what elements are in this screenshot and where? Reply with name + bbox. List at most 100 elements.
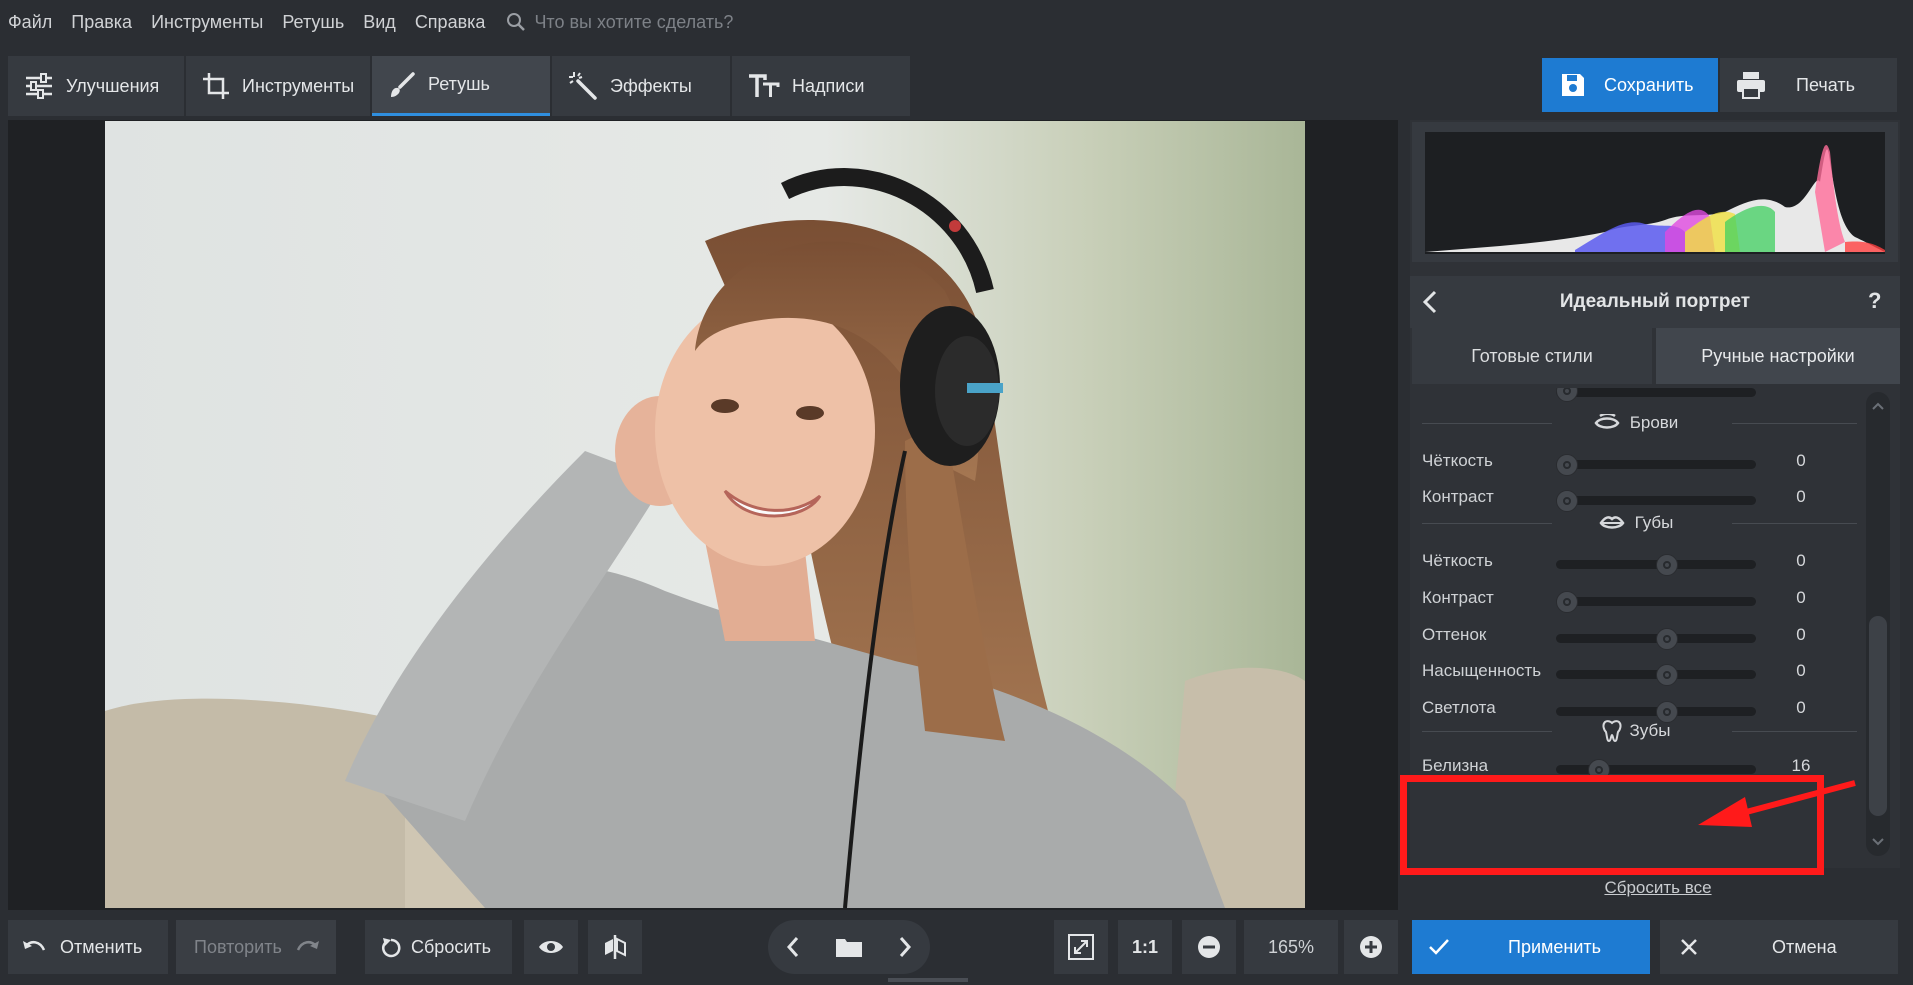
- menu-edit[interactable]: Правка: [71, 12, 132, 33]
- lips-sharpness-value: 0: [1796, 551, 1806, 570]
- lips-lightness-value: 0: [1796, 698, 1806, 717]
- eyebrow-sharpness-label: Чёткость: [1422, 451, 1493, 470]
- menu-retouch[interactable]: Ретушь: [282, 12, 344, 33]
- red-arrow-annotation: [1698, 780, 1856, 827]
- file-navigation: [768, 920, 930, 974]
- teeth-whiteness-track: [1556, 765, 1756, 774]
- search-box[interactable]: Что вы хотите сделать?: [506, 12, 733, 33]
- text-icon: [749, 74, 780, 97]
- section-teeth: Зубы: [1412, 719, 1860, 743]
- zoom-level[interactable]: 165%: [1244, 920, 1338, 974]
- main-tabs: Улучшения Инструменты Ретушь Эффекты Над…: [8, 56, 912, 116]
- menu-tools[interactable]: Инструменты: [151, 12, 263, 33]
- eyebrow-sharpness-track: [1556, 460, 1756, 469]
- reset-all-link[interactable]: Сбросить все: [1580, 878, 1736, 898]
- scroll-down-icon[interactable]: [1872, 838, 1884, 846]
- sliders-icon: [26, 73, 52, 99]
- lips-contrast-label: Контраст: [1422, 588, 1494, 607]
- lips-sharpness-slider[interactable]: [1656, 554, 1678, 576]
- eye-icon: [539, 941, 563, 953]
- tab-effects[interactable]: Эффекты: [552, 56, 730, 116]
- scrollbar-thumb[interactable]: [1869, 616, 1887, 816]
- magic-wand-icon: [569, 72, 597, 100]
- close-icon: [1681, 939, 1697, 955]
- eyebrow-sharpness-value: 0: [1796, 451, 1806, 470]
- crop-icon: [203, 73, 229, 99]
- tab-tools[interactable]: Инструменты: [186, 56, 370, 116]
- folder-icon[interactable]: [835, 936, 863, 958]
- section-eyebrows: Брови: [1412, 411, 1860, 435]
- eyebrow-contrast-label: Контраст: [1422, 487, 1494, 506]
- undo-button[interactable]: Отменить: [8, 920, 168, 974]
- photo-preview[interactable]: [105, 121, 1305, 908]
- tab-retouch[interactable]: Ретушь: [372, 56, 550, 116]
- printer-icon: [1737, 72, 1765, 99]
- fit-screen-button[interactable]: [1054, 920, 1108, 974]
- reset-button[interactable]: Сбросить: [365, 920, 512, 974]
- zoom-out-button[interactable]: [1182, 920, 1236, 974]
- teeth-whiteness-value: 16: [1791, 756, 1811, 775]
- next-icon[interactable]: [898, 936, 912, 958]
- tab-label: Инструменты: [242, 75, 355, 96]
- histogram: [1425, 132, 1885, 254]
- lips-saturation-value: 0: [1796, 661, 1806, 680]
- lips-icon: [1599, 516, 1625, 529]
- menu-view[interactable]: Вид: [363, 12, 396, 33]
- fit-screen-icon: [1068, 934, 1094, 960]
- undo-icon: [23, 941, 46, 951]
- menu-bar: Файл Правка Инструменты Ретушь Вид Справ…: [0, 0, 1913, 44]
- eyebrow-contrast-value: 0: [1796, 487, 1806, 506]
- lips-saturation-label: Насыщенность: [1422, 661, 1542, 680]
- zoom-out-icon: [1198, 936, 1220, 958]
- tab-label: Эффекты: [610, 75, 692, 96]
- slider-knob-partial[interactable]: [1556, 388, 1578, 402]
- compare-button[interactable]: [588, 920, 642, 974]
- reset-icon: [382, 938, 401, 958]
- lips-contrast-slider[interactable]: [1556, 591, 1578, 613]
- subtab-presets[interactable]: Готовые стили: [1412, 328, 1652, 384]
- zoom-in-button[interactable]: [1344, 920, 1398, 974]
- eyebrow-contrast-slider[interactable]: [1556, 490, 1578, 512]
- teeth-whiteness-label: Белизна: [1422, 756, 1489, 775]
- tab-text[interactable]: Надписи: [732, 56, 910, 116]
- apply-button[interactable]: Применить: [1412, 920, 1650, 974]
- menu-help[interactable]: Справка: [415, 12, 486, 33]
- bottom-strip: [888, 978, 968, 982]
- menu-file[interactable]: Файл: [8, 12, 52, 33]
- compare-icon: [605, 935, 626, 959]
- brush-icon: [391, 71, 415, 97]
- eyebrow-icon: [1594, 414, 1620, 429]
- save-button[interactable]: Сохранить: [1542, 58, 1718, 112]
- tab-enhancements[interactable]: Улучшения: [8, 56, 184, 116]
- zoom-in-icon: [1360, 936, 1382, 958]
- lips-contrast-track: [1556, 597, 1756, 606]
- subtab-manual[interactable]: Ручные настройки: [1656, 328, 1900, 384]
- lips-hue-slider[interactable]: [1656, 628, 1678, 650]
- print-button[interactable]: Печать: [1720, 58, 1897, 112]
- back-arrow-icon[interactable]: [1422, 290, 1438, 319]
- search-input[interactable]: Что вы хотите сделать?: [534, 12, 733, 33]
- lips-hue-value: 0: [1796, 625, 1806, 644]
- cancel-button[interactable]: Отмена: [1660, 920, 1898, 974]
- slider-track-partial: [1556, 388, 1756, 397]
- actual-size-button[interactable]: 1:1: [1118, 920, 1172, 974]
- preview-button[interactable]: [524, 920, 578, 974]
- lips-saturation-slider[interactable]: [1656, 664, 1678, 686]
- save-icon: [1562, 74, 1584, 96]
- scroll-up-icon[interactable]: [1872, 402, 1884, 410]
- lips-contrast-value: 0: [1796, 588, 1806, 607]
- redo-button[interactable]: Повторить: [176, 920, 336, 974]
- prev-icon[interactable]: [786, 936, 800, 958]
- eyebrow-contrast-track: [1556, 496, 1756, 505]
- help-button[interactable]: ?: [1868, 288, 1881, 314]
- search-icon: [507, 13, 526, 31]
- tab-label: Ретушь: [428, 74, 490, 94]
- lips-sharpness-label: Чёткость: [1422, 551, 1493, 570]
- tooth-icon: [1602, 720, 1622, 742]
- check-icon: [1429, 939, 1449, 955]
- lips-lightness-label: Светлота: [1422, 698, 1496, 717]
- tab-label: Надписи: [792, 75, 865, 96]
- panel-title: Идеальный портрет: [1559, 291, 1751, 312]
- section-lips: Губы: [1412, 511, 1860, 535]
- eyebrow-sharpness-slider[interactable]: [1556, 454, 1578, 476]
